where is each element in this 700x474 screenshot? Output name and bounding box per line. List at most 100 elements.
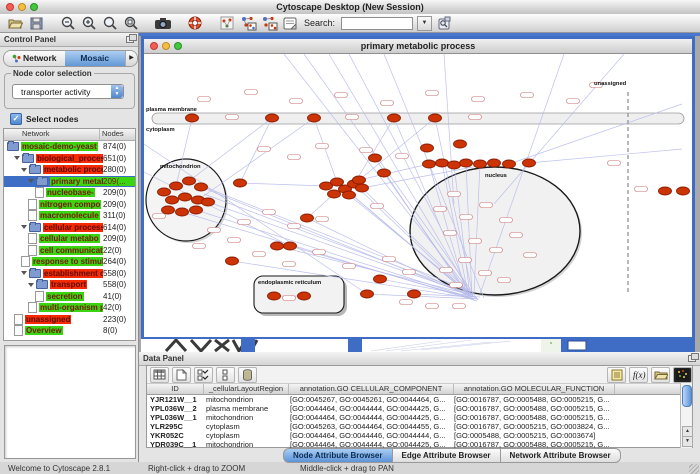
tab-network[interactable]: Network [4, 51, 65, 66]
network-node[interactable] [523, 159, 536, 167]
minimize-view-button[interactable] [162, 42, 170, 50]
network-edge[interactable] [240, 183, 326, 186]
close-view-button[interactable] [150, 42, 158, 50]
network-node[interactable] [271, 242, 284, 250]
tree-row-label[interactable]: response to stimulu [32, 257, 103, 266]
table-cell[interactable]: YDR039C__1 [147, 440, 203, 449]
network-node[interactable] [158, 188, 171, 196]
search-input[interactable] [341, 17, 413, 30]
table-row[interactable]: YJR121W__1mitochondrion[GO:0045267, GO:0… [147, 395, 682, 404]
unselect-attributes-icon[interactable] [216, 367, 235, 383]
network-node[interactable] [308, 114, 321, 122]
table-cell[interactable]: [GO:0016787, GO:0005215, GO:0003824, G..… [451, 422, 611, 431]
network-node[interactable] [179, 193, 192, 201]
network-node[interactable] [374, 275, 387, 283]
tree-row[interactable]: establishment of lo558(0) [4, 268, 135, 280]
tree-row[interactable]: macromolecule311(0) [4, 210, 135, 222]
table-row[interactable]: YPL036W__1mitochondrion[GO:0044464, GO:0… [147, 413, 682, 422]
network-node[interactable] [284, 242, 297, 250]
table-cell[interactable]: [GO:0044464, GO:0044444, GO:0044425, G..… [287, 404, 451, 413]
table-row[interactable]: YPL036W__2plasma membrane[GO:0044464, GO… [147, 404, 682, 413]
network-node[interactable] [659, 187, 672, 195]
tree-row[interactable]: primary metabo209(... [4, 176, 135, 188]
network-node[interactable] [353, 176, 366, 184]
matrix-view-icon[interactable] [673, 367, 692, 383]
tab-node-attribute-browser[interactable]: Node Attribute Browser [283, 448, 392, 463]
table-cell[interactable]: [GO:0045267, GO:0045261, GO:0044464, G..… [287, 395, 451, 404]
vizmapper-icon[interactable] [218, 15, 236, 31]
network-node[interactable] [356, 184, 369, 192]
tree-row[interactable]: nucleobase-209(0) [4, 187, 135, 199]
expand-arrow-icon[interactable] [28, 283, 34, 287]
search-config-icon[interactable] [435, 15, 453, 31]
column-region[interactable]: _cellularLayoutRegion [204, 384, 289, 394]
tree-row-label[interactable]: unassigned [25, 315, 71, 324]
help-lifering-icon[interactable] [186, 15, 204, 31]
network-node[interactable] [186, 114, 199, 122]
tree-row-label[interactable]: biological_process [36, 154, 103, 163]
tree-row[interactable]: nitrogen compo209(0) [4, 199, 135, 211]
table-cell[interactable]: mitochondrion [203, 440, 287, 449]
network-node[interactable] [369, 154, 382, 162]
zoom-view-button[interactable] [174, 42, 182, 50]
zoom-window-button[interactable] [30, 3, 38, 11]
network-node[interactable] [448, 161, 461, 169]
tab-scroll-right-icon[interactable]: ▶ [125, 51, 137, 66]
network-node[interactable] [195, 183, 208, 191]
float-panel-icon[interactable] [126, 36, 134, 43]
table-cell[interactable]: [GO:0016787, GO:0005488, GO:0005215, G..… [451, 395, 611, 404]
network-window-titlebar[interactable]: primary metabolic process [144, 39, 692, 54]
network-view-window[interactable]: primary metabolic process plasma membran… [141, 36, 695, 339]
network-node[interactable] [166, 196, 179, 204]
table-cell[interactable]: YJR121W__1 [147, 395, 203, 404]
open-file-icon[interactable] [6, 15, 24, 31]
expand-arrow-icon[interactable] [28, 179, 34, 183]
tree-row[interactable]: response to stimulu264(0) [4, 256, 135, 268]
network-node[interactable] [677, 187, 690, 195]
column-id[interactable]: ID [147, 384, 204, 394]
network-node[interactable] [474, 160, 487, 168]
select-nodes-checkbox[interactable]: ✓ [10, 113, 22, 125]
new-attribute-icon[interactable] [172, 367, 191, 383]
layout-a-icon[interactable] [239, 15, 257, 31]
table-cell[interactable]: YPL036W__2 [147, 404, 203, 413]
table-cell[interactable]: cytoplasm [203, 422, 287, 431]
table-cell[interactable]: [GO:0045263, GO:0044464, GO:0044455, G..… [287, 422, 451, 431]
tab-network-attribute-browser[interactable]: Network Attribute Browser [500, 448, 621, 463]
network-node[interactable] [503, 160, 516, 168]
network-graph[interactable]: plasma membranecytoplasmmitochondrionnuc… [144, 54, 692, 337]
table-cell[interactable]: YPL036W__1 [147, 413, 203, 422]
table-cell[interactable]: [GO:0016787, GO:0005488, GO:0005215, G..… [451, 404, 611, 413]
attribute-table-header[interactable]: ID _cellularLayoutRegion annotation.GO C… [147, 384, 682, 395]
tree-row-label[interactable]: cell communicat [39, 246, 103, 255]
network-node[interactable] [266, 114, 279, 122]
tree-row[interactable]: biological_process651(0) [4, 153, 135, 165]
tree-row-label[interactable]: nucleobase- [46, 188, 95, 197]
table-cell[interactable]: [GO:0044464, GO:0044446, GO:0044444, G..… [287, 431, 451, 440]
table-cell[interactable]: [GO:0016787, GO:0005488, GO:0005215, G..… [451, 413, 611, 422]
network-edge[interactable] [314, 118, 337, 182]
expand-arrow-icon[interactable] [21, 225, 27, 229]
table-scrollbar[interactable]: ▲ ▼ [680, 383, 692, 448]
search-dropdown-button[interactable]: ▼ [417, 16, 432, 31]
table-cell[interactable]: mitochondrion [203, 413, 287, 422]
tree-row[interactable]: cellular process614(0) [4, 222, 135, 234]
tree-row[interactable]: cell communicat22(0) [4, 245, 135, 257]
network-node[interactable] [488, 159, 501, 167]
tree-column-network[interactable]: Network [4, 129, 100, 140]
tree-column-nodes[interactable]: Nodes [100, 129, 135, 140]
network-node[interactable] [162, 206, 175, 214]
column-molecular-function[interactable]: annotation.GO MOLECULAR_FUNCTION [454, 384, 615, 394]
scroll-down-icon[interactable]: ▼ [682, 436, 693, 447]
network-node[interactable] [298, 292, 311, 300]
tree-row[interactable]: metabolic process280(0) [4, 164, 135, 176]
expand-arrow-icon[interactable] [21, 168, 27, 172]
zoom-selected-icon[interactable] [101, 15, 119, 31]
network-edge[interactable] [329, 54, 470, 292]
window-controls[interactable] [6, 3, 38, 11]
network-canvas[interactable]: plasma membranecytoplasmmitochondrionnuc… [144, 54, 692, 337]
network-window-controls[interactable] [150, 42, 182, 50]
network-node[interactable] [378, 169, 391, 177]
tree-row-label[interactable]: metabolic process [43, 165, 103, 174]
zoom-out-icon[interactable] [59, 15, 77, 31]
